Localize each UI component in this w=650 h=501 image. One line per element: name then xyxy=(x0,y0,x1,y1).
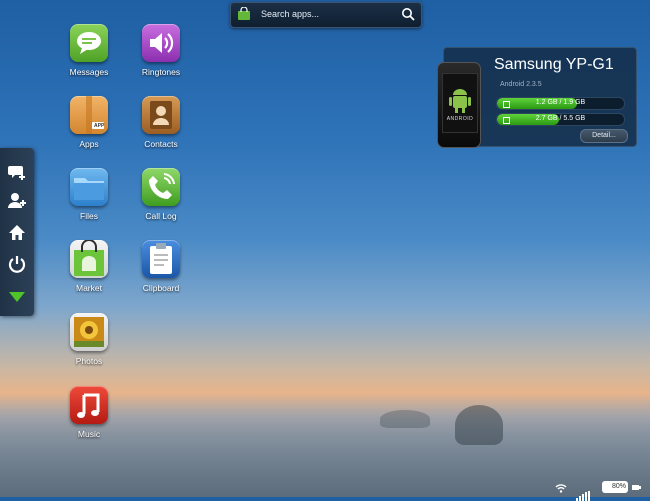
app-contacts[interactable]: Contacts xyxy=(131,96,191,149)
search-icon[interactable] xyxy=(401,7,415,21)
market-bag-icon xyxy=(238,7,250,20)
download-arrow-icon[interactable] xyxy=(7,287,27,307)
app-market[interactable]: Market xyxy=(59,240,119,293)
add-contact-icon[interactable] xyxy=(7,191,27,211)
wallpaper-tree xyxy=(455,405,503,445)
app-music[interactable]: Music xyxy=(59,386,119,439)
storage-bar-internal: 1.2 GB / 1.9 GB xyxy=(496,97,625,110)
search-bar[interactable]: Search apps... xyxy=(230,2,422,28)
detail-button[interactable]: Detail... xyxy=(580,129,628,143)
power-icon[interactable] xyxy=(7,254,27,274)
app-label: Call Log xyxy=(145,211,177,221)
app-label: Messages xyxy=(69,67,109,77)
app-files[interactable]: Files xyxy=(59,168,119,221)
app-label: Contacts xyxy=(144,139,178,149)
contacts-book-icon xyxy=(142,96,180,134)
wallpaper-trees xyxy=(380,410,430,428)
app-ringtones[interactable]: Ringtones xyxy=(131,24,191,77)
storage-label: 2.7 GB / 5.5 GB xyxy=(535,115,586,122)
folder-icon xyxy=(70,168,108,206)
music-note-icon xyxy=(70,386,108,424)
storage-label: 1.2 GB / 1.9 GB xyxy=(535,99,586,106)
app-label: Clipboard xyxy=(142,283,180,293)
app-clipboard[interactable]: Clipboard xyxy=(131,240,191,293)
phone-handset-icon xyxy=(142,168,180,206)
wifi-icon xyxy=(555,484,567,493)
phone-image: ANDROID xyxy=(437,62,481,148)
app-label: Music xyxy=(77,429,101,439)
app-apps[interactable]: APP Apps xyxy=(59,96,119,149)
market-bag-icon xyxy=(70,240,108,278)
charging-plug-icon xyxy=(632,485,641,490)
status-bar: 80% xyxy=(550,479,650,501)
storage-bar-sdcard: 2.7 GB / 5.5 GB xyxy=(496,113,625,126)
clipboard-icon xyxy=(142,240,180,278)
app-label: Ringtones xyxy=(141,67,181,77)
app-call-log[interactable]: Call Log xyxy=(131,168,191,221)
home-icon[interactable] xyxy=(7,223,27,243)
battery-indicator: 80% xyxy=(602,481,628,493)
phone-logo-text: ANDROID xyxy=(446,116,474,122)
app-badge: APP xyxy=(94,123,105,129)
box-icon: APP xyxy=(70,96,108,134)
device-os-version: Android 2.3.5 xyxy=(500,81,542,88)
signal-icon xyxy=(576,483,591,501)
messages-icon xyxy=(70,24,108,62)
app-label: Market xyxy=(76,283,102,293)
app-photos[interactable]: Photos xyxy=(59,313,119,366)
app-messages[interactable]: Messages xyxy=(59,24,119,77)
app-label: Photos xyxy=(75,356,103,366)
device-name: Samsung YP-G1 xyxy=(494,56,614,73)
app-label: Files xyxy=(80,211,98,221)
app-label: Apps xyxy=(79,139,99,149)
photo-sunflower-icon xyxy=(70,313,108,351)
search-input[interactable]: Search apps... xyxy=(261,9,319,19)
android-robot-icon xyxy=(449,89,471,113)
battery-level: 80% xyxy=(611,483,626,490)
new-message-icon[interactable] xyxy=(7,162,27,182)
left-toolbar xyxy=(0,148,34,316)
speaker-icon xyxy=(142,24,180,62)
